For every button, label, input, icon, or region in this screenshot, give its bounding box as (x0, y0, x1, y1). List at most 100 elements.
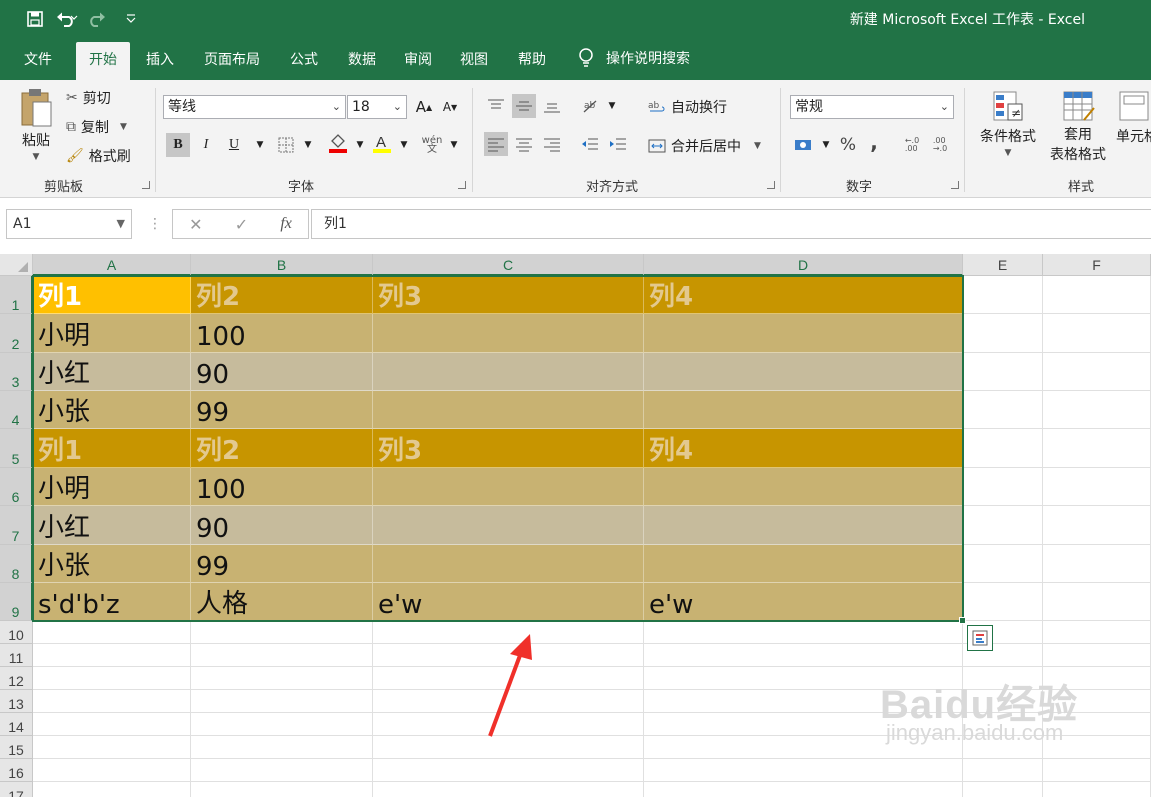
accounting-dropdown[interactable]: ▼ (814, 133, 838, 157)
align-middle-button[interactable] (512, 94, 536, 118)
cell-a11[interactable] (33, 644, 191, 667)
underline-button[interactable]: U (222, 133, 246, 157)
cell-f8[interactable] (1043, 545, 1151, 583)
cell-c7[interactable] (373, 506, 644, 545)
cell-e16[interactable] (963, 759, 1043, 782)
cell-b6[interactable]: 100 (191, 468, 373, 506)
copy-button[interactable]: ⧉ 复制 ▼ (66, 117, 127, 137)
cell-e1[interactable] (963, 276, 1043, 314)
check-icon[interactable]: ✓ (235, 215, 248, 234)
cell-d1[interactable]: 列4 (644, 276, 963, 314)
cell-e7[interactable] (963, 506, 1043, 545)
cell-d11[interactable] (644, 644, 963, 667)
cell-c6[interactable] (373, 468, 644, 506)
cell-a8[interactable]: 小张 (33, 545, 191, 583)
cell-b17[interactable] (191, 782, 373, 797)
align-left-button[interactable] (484, 132, 508, 156)
align-right-button[interactable] (540, 132, 564, 156)
cell-d2[interactable] (644, 314, 963, 353)
number-dialog-launcher[interactable] (951, 181, 959, 189)
align-top-button[interactable] (484, 94, 508, 118)
cell-d17[interactable] (644, 782, 963, 797)
row-header-9[interactable]: 9 (0, 583, 33, 621)
cell-c3[interactable] (373, 353, 644, 391)
cell-b15[interactable] (191, 736, 373, 759)
phonetic-dropdown[interactable]: ▼ (442, 133, 466, 157)
row-header-1[interactable]: 1 (0, 276, 33, 314)
borders-dropdown[interactable]: ▼ (296, 133, 320, 157)
cell-styles-button[interactable]: 单元格 (1116, 90, 1151, 146)
row-header-5[interactable]: 5 (0, 429, 33, 468)
font-name-combo[interactable]: 等线 ⌄ (163, 95, 346, 119)
cell-a1[interactable]: 列1 (33, 276, 191, 314)
cell-b10[interactable] (191, 621, 373, 644)
paste-button[interactable]: 粘贴 ▼ (14, 88, 58, 162)
cell-b14[interactable] (191, 713, 373, 736)
format-painter-button[interactable]: 🖌 格式刷 (66, 146, 131, 166)
formula-input[interactable]: 列1 (311, 209, 1151, 239)
cell-f11[interactable] (1043, 644, 1151, 667)
cell-e5[interactable] (963, 429, 1043, 468)
column-header-b[interactable]: B (191, 254, 373, 276)
comma-button[interactable]: , (862, 130, 886, 154)
font-color-dropdown[interactable]: ▼ (392, 133, 416, 157)
tab-insert[interactable]: 插入 (134, 42, 186, 80)
number-format-combo[interactable]: 常规 ⌄ (790, 95, 954, 119)
cell-e4[interactable] (963, 391, 1043, 429)
column-header-c[interactable]: C (373, 254, 644, 276)
increase-indent-button[interactable] (606, 132, 630, 156)
cell-e3[interactable] (963, 353, 1043, 391)
tab-data[interactable]: 数据 (336, 42, 388, 80)
cell-b12[interactable] (191, 667, 373, 690)
cell-d8[interactable] (644, 545, 963, 583)
borders-button[interactable] (274, 133, 298, 157)
underline-dropdown[interactable]: ▼ (248, 133, 272, 157)
column-header-f[interactable]: F (1043, 254, 1151, 276)
cell-a9[interactable]: s'd'b'z (33, 583, 191, 621)
fill-handle[interactable] (959, 617, 966, 624)
row-header-7[interactable]: 7 (0, 506, 33, 545)
select-all-corner[interactable] (0, 254, 33, 276)
font-size-combo[interactable]: 18 ⌄ (347, 95, 407, 119)
format-as-table-button[interactable]: 套用 表格格式 (1040, 90, 1116, 164)
row-header-3[interactable]: 3 (0, 353, 33, 391)
formula-bar-grip[interactable]: ⋮ (148, 216, 162, 232)
cell-d3[interactable] (644, 353, 963, 391)
quick-analysis-button[interactable] (967, 625, 993, 651)
cell-a6[interactable]: 小明 (33, 468, 191, 506)
cell-c1[interactable]: 列3 (373, 276, 644, 314)
cell-a4[interactable]: 小张 (33, 391, 191, 429)
cell-e9[interactable] (963, 583, 1043, 621)
undo-button[interactable] (54, 8, 80, 30)
tab-home[interactable]: 开始 (76, 42, 130, 80)
cell-b3[interactable]: 90 (191, 353, 373, 391)
cell-c16[interactable] (373, 759, 644, 782)
cell-a15[interactable] (33, 736, 191, 759)
row-header-2[interactable]: 2 (0, 314, 33, 353)
row-header-4[interactable]: 4 (0, 391, 33, 429)
tab-file[interactable]: 文件 (10, 42, 66, 80)
tell-me-search[interactable]: 操作说明搜索 (578, 48, 690, 68)
italic-button[interactable]: I (194, 133, 218, 157)
font-color-button[interactable]: A (370, 131, 394, 155)
cell-c4[interactable] (373, 391, 644, 429)
cell-b8[interactable]: 99 (191, 545, 373, 583)
customize-qat-button[interactable] (118, 8, 144, 30)
cell-a12[interactable] (33, 667, 191, 690)
column-header-d[interactable]: D (644, 254, 963, 276)
alignment-dialog-launcher[interactable] (767, 181, 775, 189)
cell-d16[interactable] (644, 759, 963, 782)
shrink-font-button[interactable]: A ▼ (438, 95, 462, 119)
cell-b5[interactable]: 列2 (191, 429, 373, 468)
cell-c2[interactable] (373, 314, 644, 353)
font-dialog-launcher[interactable] (458, 181, 466, 189)
increase-decimal-button[interactable]: ←.0 .00 (900, 133, 924, 157)
cell-b2[interactable]: 100 (191, 314, 373, 353)
cell-f17[interactable] (1043, 782, 1151, 797)
cell-b13[interactable] (191, 690, 373, 713)
column-header-e[interactable]: E (963, 254, 1043, 276)
cell-a13[interactable] (33, 690, 191, 713)
cell-c9[interactable]: e'w (373, 583, 644, 621)
row-header-13[interactable]: 13 (0, 690, 33, 713)
cell-d5[interactable]: 列4 (644, 429, 963, 468)
